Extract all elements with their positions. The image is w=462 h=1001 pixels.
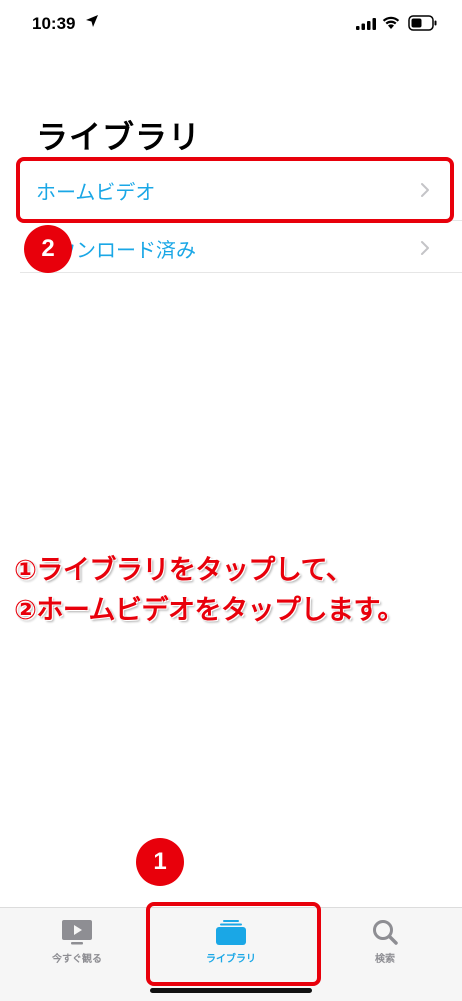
tv-play-icon <box>62 920 92 945</box>
battery-icon <box>408 15 437 31</box>
list-item-downloaded[interactable]: ダウンロード済み <box>20 222 462 274</box>
chevron-right-icon <box>421 241 429 255</box>
step-badge-1: 1 <box>136 838 184 886</box>
wifi-icon <box>382 16 400 29</box>
tab-watch-now[interactable]: 今すぐ観る <box>0 908 154 988</box>
location-arrow-icon <box>86 15 98 27</box>
tab-search[interactable]: 検索 <box>308 908 462 988</box>
home-indicator[interactable] <box>150 988 312 993</box>
instruction-line-1: ①ライブラリをタップして、 <box>14 555 353 586</box>
status-bar: 10:39 <box>0 0 462 50</box>
highlight-box-library-tab <box>146 902 321 986</box>
page-title: ライブラリ <box>36 118 202 156</box>
cellular-signal-icon <box>356 18 376 30</box>
tab-label: 今すぐ観る <box>52 954 102 965</box>
search-icon <box>373 920 398 945</box>
highlight-box-home-videos <box>16 157 454 223</box>
step-badge-2: 2 <box>24 225 72 273</box>
list-divider <box>20 272 462 273</box>
status-time: 10:39 <box>32 14 76 33</box>
instruction-line-2: ②ホームビデオをタップします。 <box>14 595 404 626</box>
tab-label: 検索 <box>375 954 395 965</box>
